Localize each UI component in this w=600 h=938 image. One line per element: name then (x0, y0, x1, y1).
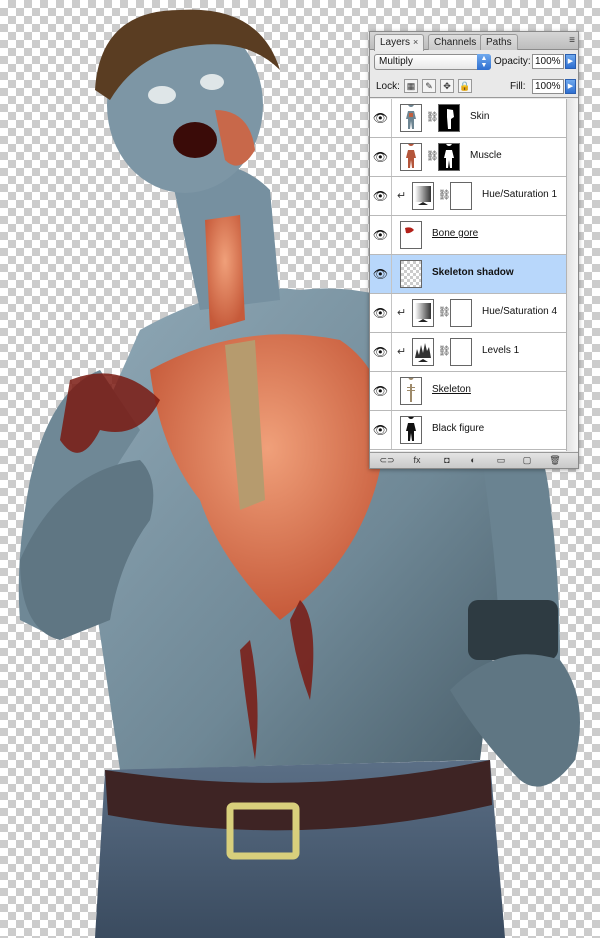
close-icon[interactable]: × (413, 37, 418, 47)
tab-paths-label: Paths (486, 37, 512, 48)
visibility-eye-icon[interactable]: 👁 (370, 294, 392, 332)
layer-name[interactable]: Hue/Saturation 1 (482, 189, 557, 200)
visibility-eye-icon[interactable]: 👁 (370, 372, 392, 410)
mask-link-chain-icon[interactable]: ⛓ (438, 307, 451, 318)
mouth (173, 122, 217, 158)
tab-channels-label: Channels (434, 37, 477, 48)
lock-label: Lock: (376, 81, 400, 92)
layer-thumbnail[interactable] (412, 338, 434, 366)
clipping-arrow-icon: ↵ (397, 346, 407, 358)
layer-mask-thumbnail[interactable] (450, 338, 472, 366)
layer-thumbnail[interactable] (412, 182, 434, 210)
opacity-label: Opacity: (494, 56, 531, 67)
visibility-eye-icon[interactable]: 👁 (370, 177, 392, 215)
tab-channels[interactable]: Channels (428, 34, 483, 50)
visibility-eye-icon[interactable]: 👁 (370, 411, 392, 449)
visibility-eye-icon[interactable]: 👁 (370, 216, 392, 254)
layer-thumbnail[interactable] (400, 260, 422, 288)
lock-all-padlock-icon[interactable]: 🔒 (458, 79, 472, 93)
layer-name[interactable]: Skeleton shadow (432, 267, 514, 278)
layer-thumbnail[interactable] (400, 416, 422, 444)
layer-thumbnail[interactable] (400, 104, 422, 132)
panel-bottom-toolbar: ⊂⊃ fx ◘ ◐ ▭ ▢ 🗑 (370, 452, 578, 468)
layer-row[interactable]: 👁 Bone gore (370, 216, 566, 255)
panel-menu-icon[interactable]: ≡ (569, 35, 575, 47)
opacity-field[interactable]: 100% (532, 54, 564, 69)
lock-position-move-icon[interactable]: ✥ (440, 79, 454, 93)
layer-list: 👁 ⛓ Skin 👁 ⛓ Muscle 👁 ↵ ⛓ Hue/Saturation 1 👁 Bone g… (370, 99, 566, 451)
lock-row: Lock: ▦ ✎ ✥ 🔒 Fill: 100% ▶ (370, 76, 578, 98)
layer-row[interactable]: 👁 ↵ ⛓ Hue/Saturation 4 (370, 294, 566, 333)
layers-panel: Layers × Channels Paths ≡ Multiply ▲ ▼ Opa… (369, 31, 579, 469)
layer-mask-thumbnail[interactable] (438, 104, 460, 132)
layer-row[interactable]: 👁 Skeleton (370, 372, 566, 411)
layer-mask-thumbnail[interactable] (450, 182, 472, 210)
right-wristband (468, 600, 558, 660)
tab-layers-label: Layers (380, 37, 411, 48)
right-eye (200, 74, 224, 90)
fill-slider-arrow-icon[interactable]: ▶ (565, 79, 576, 94)
exposed-neck-muscle (205, 215, 245, 330)
layer-thumbnail[interactable] (412, 299, 434, 327)
opacity-slider-arrow-icon[interactable]: ▶ (565, 54, 576, 69)
layer-row[interactable]: 👁 ↵ ⛓ Hue/Saturation 1 (370, 177, 566, 216)
lock-transparency-icon[interactable]: ▦ (404, 79, 418, 93)
mask-link-chain-icon[interactable]: ⛓ (426, 112, 439, 123)
visibility-eye-icon[interactable]: 👁 (370, 333, 392, 371)
fill-label: Fill: (510, 81, 526, 92)
visibility-eye-icon[interactable]: 👁 (370, 138, 392, 176)
layer-name[interactable]: Levels 1 (482, 345, 519, 356)
layer-style-button[interactable]: fx (406, 454, 428, 467)
tab-layers[interactable]: Layers × (374, 34, 425, 51)
left-eye (148, 86, 176, 104)
visibility-eye-icon[interactable]: 👁 (370, 255, 392, 293)
layer-name[interactable]: Muscle (470, 150, 502, 161)
blend-options-row: Multiply ▲ ▼ Opacity: 100% ▶ (370, 51, 578, 75)
layer-row[interactable]: 👁 Skeleton shadow (370, 255, 566, 294)
layer-name[interactable]: Skeleton (432, 384, 471, 395)
layer-row[interactable]: 👁 ⛓ Skin (370, 99, 566, 138)
mask-link-chain-icon[interactable]: ⛓ (438, 346, 451, 357)
layer-name[interactable]: Bone gore (432, 228, 478, 239)
layer-row[interactable]: 👁 ⛓ Muscle (370, 138, 566, 177)
layer-name[interactable]: Hue/Saturation 4 (482, 306, 557, 317)
new-group-button[interactable]: ▭ (490, 454, 512, 467)
clipping-arrow-icon: ↵ (397, 307, 407, 319)
layer-name[interactable]: Black figure (432, 423, 484, 434)
layer-thumbnail[interactable] (400, 377, 422, 405)
layer-row[interactable]: 👁 Black figure (370, 411, 566, 450)
new-layer-button[interactable]: ▢ (516, 454, 538, 467)
lock-image-brush-icon[interactable]: ✎ (422, 79, 436, 93)
mask-link-chain-icon[interactable]: ⛓ (426, 151, 439, 162)
layer-thumbnail[interactable] (400, 143, 422, 171)
clipping-arrow-icon: ↵ (397, 190, 407, 202)
layer-mask-thumbnail[interactable] (438, 143, 460, 171)
adjustment-layer-button[interactable]: ◐ (462, 454, 484, 467)
add-mask-button[interactable]: ◘ (436, 454, 458, 467)
layer-mask-thumbnail[interactable] (450, 299, 472, 327)
visibility-eye-icon[interactable]: 👁 (370, 99, 392, 137)
blend-mode-value: Multiply (379, 56, 413, 67)
mask-link-chain-icon[interactable]: ⛓ (438, 190, 451, 201)
updown-arrows-icon: ▲ ▼ (477, 54, 491, 70)
blend-mode-select[interactable]: Multiply ▲ ▼ (374, 54, 491, 70)
link-layers-button[interactable]: ⊂⊃ (376, 454, 398, 467)
layer-row[interactable]: 👁 ↵ ⛓ Levels 1 (370, 333, 566, 372)
delete-layer-button[interactable]: 🗑 (544, 454, 566, 467)
layer-list-scrollbar[interactable] (566, 99, 578, 451)
panel-tab-bar: Layers × Channels Paths ≡ (370, 32, 578, 51)
fill-field[interactable]: 100% (532, 79, 564, 94)
tab-paths[interactable]: Paths (480, 34, 518, 50)
layer-thumbnail[interactable] (400, 221, 422, 249)
layer-name[interactable]: Skin (470, 111, 489, 122)
